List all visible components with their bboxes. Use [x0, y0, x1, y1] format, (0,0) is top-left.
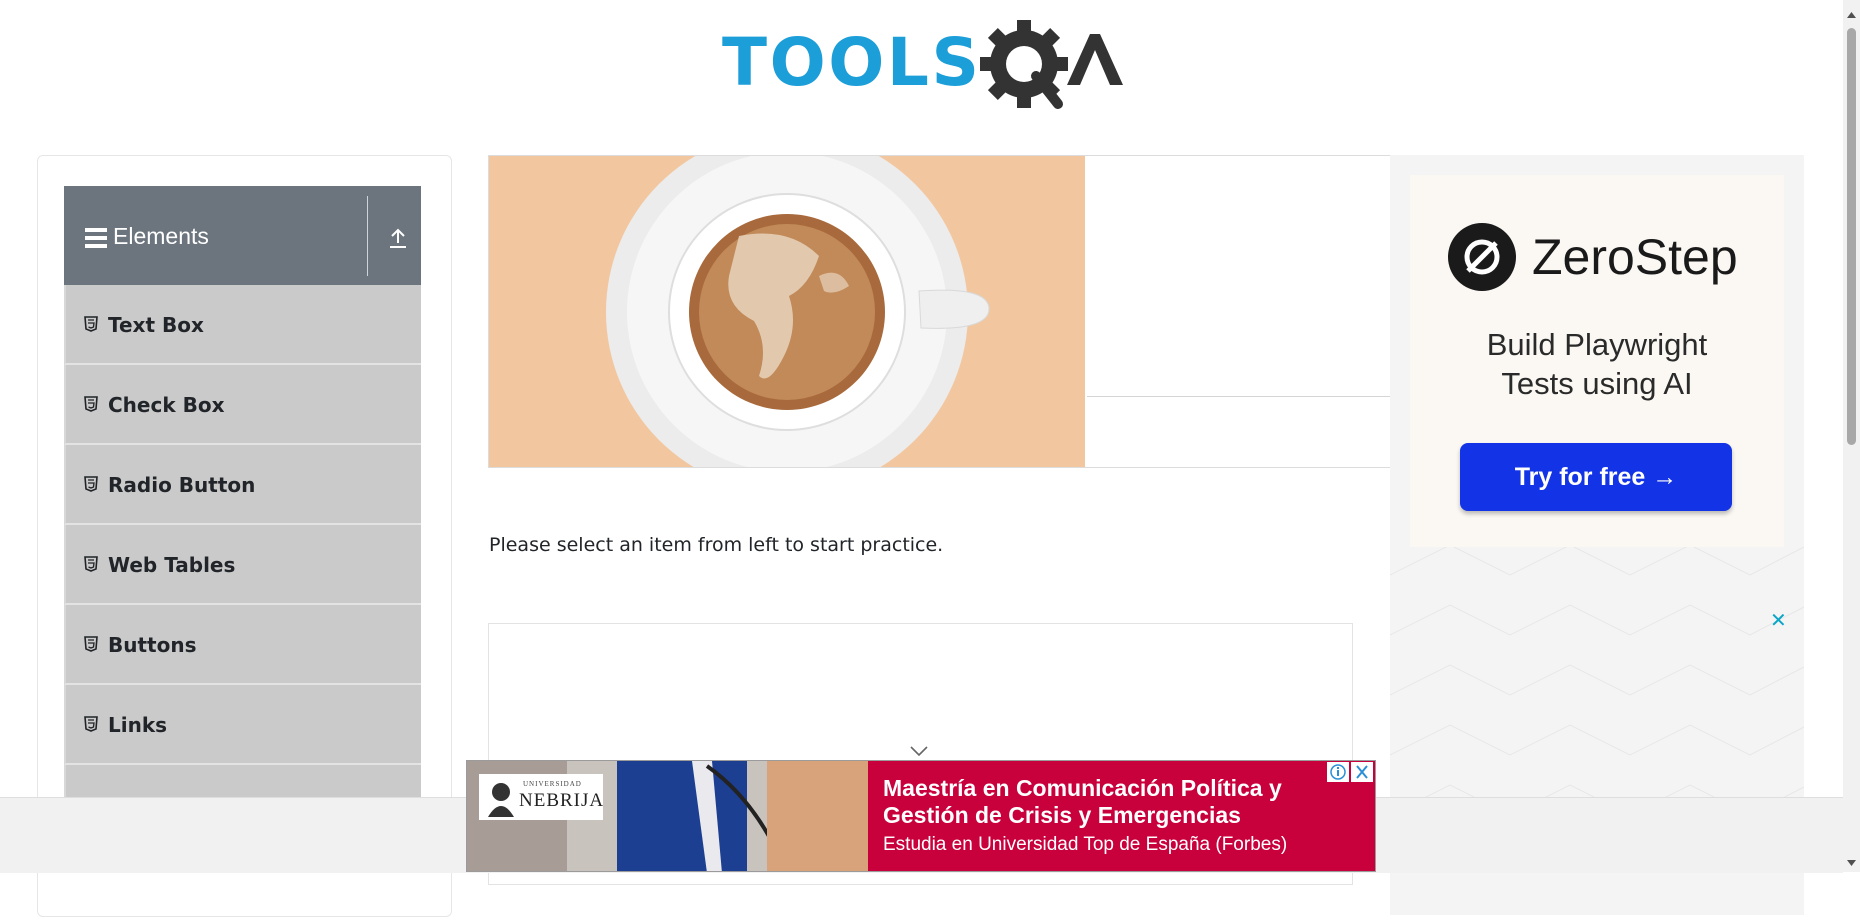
ad-photo: UNIVERSIDAD NEBRIJA	[467, 761, 868, 871]
adchoices-icon[interactable]	[1327, 762, 1349, 782]
try-for-free-button[interactable]: Try for free →	[1460, 443, 1732, 511]
menu-item-links[interactable]: Links	[64, 685, 421, 765]
scroll-thumb[interactable]	[1847, 28, 1856, 445]
zerostep-brand: ZeroStep	[1532, 229, 1738, 285]
elements-group-header[interactable]: Elements	[64, 186, 421, 285]
scroll-up-icon[interactable]	[1846, 5, 1857, 18]
nebrija-ad[interactable]: UNIVERSIDAD NEBRIJA Maestría en Comunica…	[466, 760, 1376, 872]
menu-item-radio-button[interactable]: Radio Button	[64, 445, 421, 525]
header-divider	[367, 196, 368, 276]
scroll-down-icon[interactable]	[1846, 853, 1857, 866]
coffee-cup-image	[489, 156, 1085, 467]
menu-item-text-box[interactable]: Text Box	[64, 285, 421, 365]
ad-card: ZeroStep Build Playwright Tests using AI…	[1410, 175, 1784, 547]
html5-icon	[84, 556, 98, 572]
menu-item-buttons[interactable]: Buttons	[64, 605, 421, 685]
menu-item-label: Check Box	[108, 393, 225, 417]
chevron-down-icon[interactable]	[909, 742, 929, 757]
page-scrollbar[interactable]	[1843, 0, 1860, 872]
nebrija-logo: UNIVERSIDAD NEBRIJA	[479, 774, 603, 820]
ad-tagline-line1: Build Playwright	[1486, 327, 1708, 362]
ad-tagline-line2: Tests using AI	[1501, 366, 1693, 401]
html5-icon	[84, 476, 98, 492]
menu-item-label: Links	[108, 713, 168, 737]
menu-item-web-tables[interactable]: Web Tables	[64, 525, 421, 605]
html5-icon	[84, 316, 98, 332]
banner-image[interactable]	[488, 155, 1392, 468]
html5-icon	[84, 636, 98, 652]
collapse-icon[interactable]	[387, 226, 409, 250]
ad-headline[interactable]: Maestría en Comunicación Política y Gest…	[883, 775, 1282, 829]
ad-headline-line1: Maestría en Comunicación Política y	[883, 775, 1282, 801]
menu-item-label: Radio Button	[108, 473, 256, 497]
elements-menu-list: Text Box Check Box Radio Button Web Tabl…	[64, 285, 421, 845]
menu-item-label: Buttons	[108, 633, 197, 657]
menu-item-check-box[interactable]: Check Box	[64, 365, 421, 445]
nebrija-logo-small: UNIVERSIDAD	[523, 780, 582, 788]
html5-icon	[84, 716, 98, 732]
ad-headline-line2: Gestión de Crisis y Emergencias	[883, 802, 1241, 828]
menu-item-label: Web Tables	[108, 553, 236, 577]
zerostep-logo-icon	[1448, 223, 1516, 291]
ad-tagline: Build Playwright Tests using AI	[1410, 325, 1784, 403]
instruction-text: Please select an item from left to start…	[489, 534, 944, 556]
html5-icon	[84, 396, 98, 412]
ad-close-icon[interactable]: ✕	[1770, 610, 1787, 630]
toolsqa-logo[interactable]: TOOLS	[722, 18, 1124, 116]
svg-text:TOOLS: TOOLS	[722, 24, 977, 101]
ad-subtitle: Estudia en Universidad Top de España (Fo…	[883, 834, 1288, 855]
banner-divider	[1087, 396, 1391, 397]
hamburger-icon	[85, 228, 107, 248]
elements-group-title: Elements	[113, 223, 209, 249]
nebrija-logo-name: NEBRIJA	[519, 790, 605, 811]
close-icon[interactable]	[1351, 762, 1373, 782]
menu-item-label: Text Box	[108, 313, 204, 337]
